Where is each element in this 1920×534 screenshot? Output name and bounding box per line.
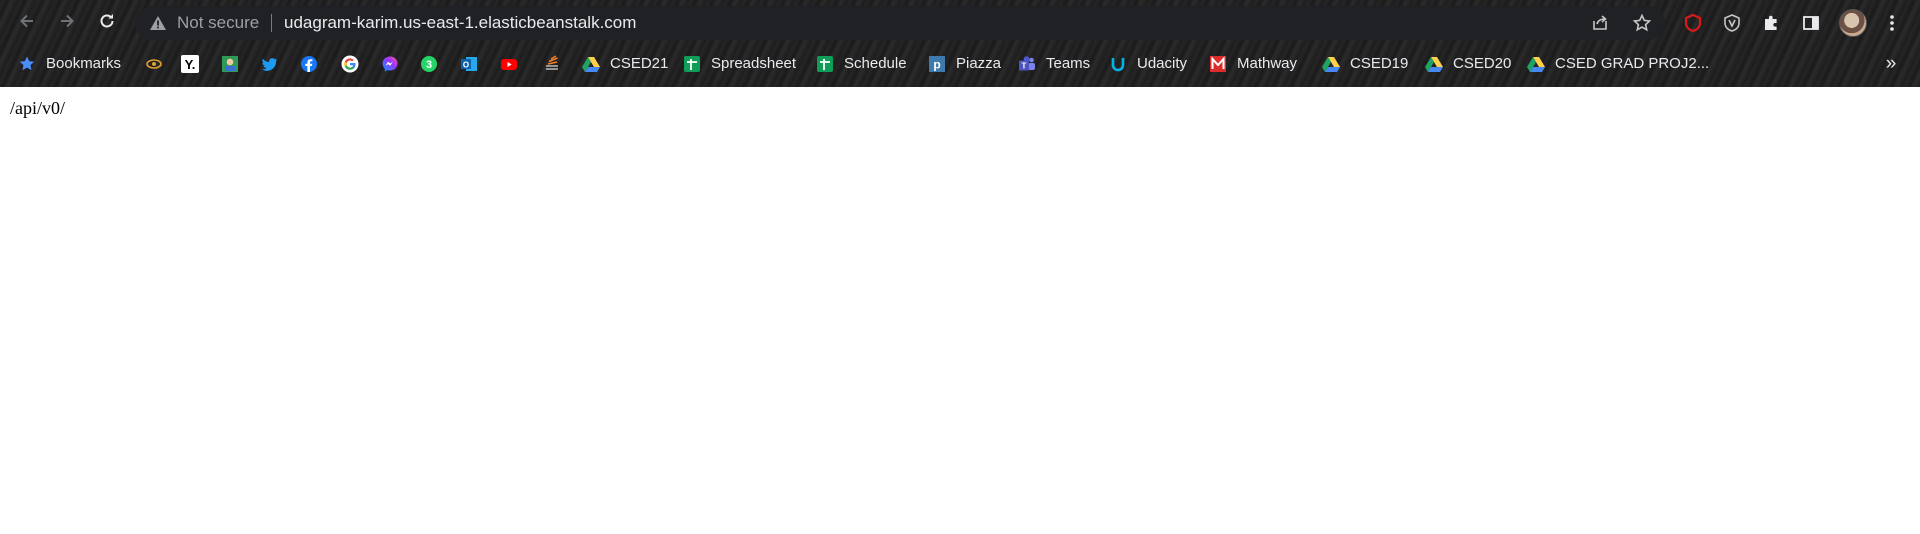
bookmark-udacity[interactable]: Udacity: [1109, 50, 1187, 78]
red-shield-icon[interactable]: [1681, 11, 1705, 35]
svg-text:p: p: [933, 58, 940, 72]
bookmark-google[interactable]: [341, 50, 359, 78]
svg-text:O: O: [463, 61, 469, 70]
share-icon[interactable]: [1590, 13, 1612, 35]
bookmark-stack[interactable]: [543, 50, 561, 78]
address-bar[interactable]: Not secure udagram-karim.us-east-1.elast…: [135, 6, 1665, 40]
bookmark-teams[interactable]: T Teams: [1018, 50, 1090, 78]
google-drive-icon: [1425, 55, 1443, 73]
teams-icon: T: [1018, 55, 1036, 73]
youtube-icon: [500, 55, 518, 73]
bookmark-label: Teams: [1046, 55, 1091, 72]
bookmark-whatsapp[interactable]: 3: [420, 50, 438, 78]
reload-icon: [97, 11, 117, 36]
bookmark-csed20[interactable]: CSED20: [1425, 50, 1511, 78]
bookmark-mathway[interactable]: Mathway: [1209, 50, 1297, 78]
side-panel-icon[interactable]: [1799, 11, 1823, 35]
svg-text:T: T: [1022, 62, 1027, 71]
messenger-icon: [381, 55, 399, 73]
bookmark-spreadsheet[interactable]: Spreadsheet: [683, 50, 796, 78]
address-divider: [271, 14, 272, 32]
svg-text:3: 3: [426, 59, 432, 71]
shield-icon[interactable]: [1720, 11, 1744, 35]
bookmark-profile-card[interactable]: [221, 50, 239, 78]
bookmark-twitter[interactable]: [261, 50, 279, 78]
bookmark-csed19[interactable]: CSED19: [1322, 50, 1408, 78]
forward-button[interactable]: [52, 8, 82, 38]
google-drive-icon: [582, 55, 600, 73]
bookmark-piazza[interactable]: p Piazza: [928, 50, 1001, 78]
bookmark-schedule[interactable]: Schedule: [816, 50, 907, 78]
google-sheets-icon: [816, 55, 834, 73]
api-path-text: /api/v0/: [10, 98, 65, 118]
udacity-icon: [1109, 55, 1127, 73]
google-sheets-icon: [683, 55, 701, 73]
arrow-left-icon: [17, 11, 37, 36]
bookmark-label: Schedule: [844, 55, 907, 72]
url-text[interactable]: udagram-karim.us-east-1.elasticbeanstalk…: [284, 13, 636, 32]
bookmarks-bar: Bookmarks Y. 3 O CSED21 Spreadsheet Sche…: [0, 49, 1920, 79]
security-status-label[interactable]: Not secure: [177, 14, 259, 32]
stack-icon: [543, 55, 561, 73]
bookmark-label: Bookmarks: [46, 55, 122, 72]
profile-card-icon: [221, 55, 239, 73]
bookmark-label: Mathway: [1237, 55, 1298, 72]
bookmark-label: CSED19: [1350, 55, 1409, 72]
bookmark-eye[interactable]: [145, 50, 163, 78]
browser-toolbar: Not secure udagram-karim.us-east-1.elast…: [0, 0, 1920, 46]
bookmark-outlook[interactable]: O: [460, 50, 478, 78]
bookmark-label: CSED21: [610, 55, 669, 72]
puzzle-icon[interactable]: [1759, 11, 1783, 35]
reload-button[interactable]: [92, 8, 122, 38]
outlook-icon: O: [460, 55, 478, 73]
facebook-icon: [300, 55, 318, 73]
google-drive-icon: [1527, 55, 1545, 73]
google-icon: [341, 55, 359, 73]
bookmark-label: Udacity: [1137, 55, 1188, 72]
kebab-menu-icon[interactable]: [1880, 11, 1904, 35]
bookmark-label: CSED20: [1453, 55, 1512, 72]
bookmark-folder-bookmarks[interactable]: Bookmarks: [18, 50, 121, 78]
twitter-icon: [261, 55, 279, 73]
bookmark-csed21[interactable]: CSED21: [582, 50, 668, 78]
eye-icon: [145, 55, 163, 73]
mathway-icon: [1209, 55, 1227, 73]
star-icon: [18, 55, 36, 73]
bookmark-label: Piazza: [956, 55, 1002, 72]
bookmark-label: CSED GRAD PROJ2...: [1555, 55, 1710, 72]
bookmarks-overflow-button[interactable]: »: [1880, 51, 1902, 77]
warning-triangle-icon[interactable]: [149, 14, 167, 32]
bookmark-y[interactable]: Y.: [181, 50, 199, 78]
bookmark-messenger[interactable]: [381, 50, 399, 78]
bookmark-label: Spreadsheet: [711, 55, 797, 72]
y-icon: Y.: [181, 55, 199, 73]
avatar[interactable]: [1839, 9, 1867, 37]
page-content: /api/v0/: [0, 87, 1920, 534]
bookmark-csed-grad-proj[interactable]: CSED GRAD PROJ2...: [1527, 50, 1709, 78]
back-button[interactable]: [12, 8, 42, 38]
piazza-icon: p: [928, 55, 946, 73]
bookmark-youtube[interactable]: [500, 50, 518, 78]
star-icon[interactable]: [1632, 13, 1654, 35]
svg-text:Y.: Y.: [185, 57, 196, 72]
bookmark-facebook[interactable]: [300, 50, 318, 78]
google-drive-icon: [1322, 55, 1340, 73]
whatsapp-icon: 3: [420, 55, 438, 73]
browser-chrome: Not secure udagram-karim.us-east-1.elast…: [0, 0, 1920, 87]
arrow-right-icon: [57, 11, 77, 36]
